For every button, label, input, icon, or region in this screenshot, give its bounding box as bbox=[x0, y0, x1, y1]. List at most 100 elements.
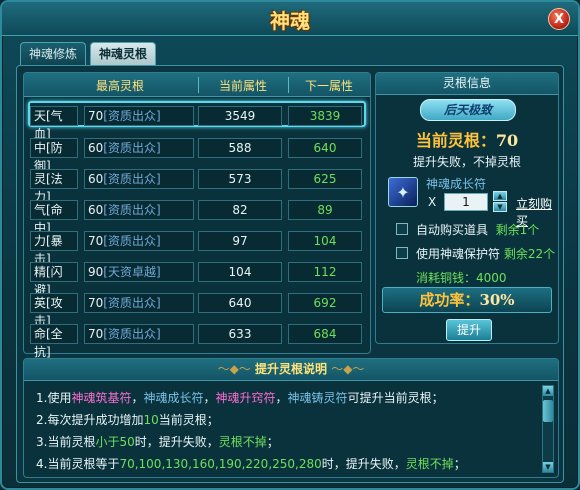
result-text: 灵根不掉 bbox=[405, 457, 454, 471]
quantity-stepper: ▲ ▼ bbox=[493, 191, 507, 213]
success-value: 30% bbox=[479, 291, 515, 309]
table-row[interactable]: 命[全抗] 70[资质出众] 633 684 bbox=[30, 321, 364, 359]
auto-buy-text: 自动购买道具 bbox=[416, 223, 489, 237]
table-row[interactable]: 气[命中] 60[资质出众] 82 89 bbox=[30, 197, 364, 235]
next-value: 89 bbox=[288, 200, 362, 220]
description-header: 〜◆〜 提升灵根说明 〜◆〜 bbox=[24, 359, 558, 381]
attr-name: 气[命中] bbox=[30, 200, 78, 235]
upgrade-button[interactable]: 提升 bbox=[446, 319, 492, 341]
current-root: 当前灵根：70 bbox=[376, 127, 558, 151]
quality-label: [资质出众] bbox=[103, 141, 161, 155]
line-text: ； bbox=[453, 457, 466, 471]
tab-shenhun-root[interactable]: 神魂灵根 bbox=[90, 42, 157, 66]
max-root-value: 60 bbox=[88, 203, 104, 217]
condition-text: 小于50 bbox=[95, 435, 135, 449]
quality-label: [资质出众] bbox=[103, 296, 161, 310]
attr-name: 英[攻击] bbox=[30, 293, 78, 328]
line-text: 2.每次提升成功增加 bbox=[36, 413, 144, 427]
max-root-value: 70 bbox=[88, 327, 104, 341]
tab-bar: 神魂修炼 神魂灵根 bbox=[20, 42, 157, 66]
max-root: 90[天资卓越] bbox=[84, 262, 194, 282]
line-text: 时，提升失败， bbox=[134, 435, 219, 449]
table-row[interactable]: 力[暴击] 70[资质出众] 97 104 bbox=[30, 228, 364, 266]
auto-buy-label: 自动购买道具 剩余1个 bbox=[416, 221, 539, 238]
quality-label: [天资卓越] bbox=[103, 265, 161, 279]
window-title: 神魂 bbox=[270, 9, 310, 33]
description-line: 2.每次提升成功增加10当前灵根； bbox=[36, 411, 219, 428]
tab-content: 最高灵根 当前属性 下一属性 天[气血] 70[资质出众] 3549 3839 … bbox=[16, 65, 564, 483]
quality-label: [资质出众] bbox=[103, 234, 161, 248]
current-value: 633 bbox=[198, 324, 282, 344]
description-line: 1.使用神魂筑基符，神魂成长符，神魂升窍符，神魂铸灵符可提升当前灵根； bbox=[36, 389, 444, 406]
table-row[interactable]: 天[气血] 70[资质出众] 3549 3839 bbox=[28, 101, 366, 141]
protect-talisman-checkbox[interactable] bbox=[396, 247, 408, 259]
current-root-value: 70 bbox=[495, 131, 519, 150]
root-info-panel: 灵根信息 后天极致 当前灵根：70 提升失败，不掉灵根 ✦ 神魂成长符 X 1 … bbox=[375, 72, 559, 344]
max-root-value: 60 bbox=[88, 141, 104, 155]
header-next-attr: 下一属性 bbox=[304, 79, 353, 93]
table-header: 最高灵根 当前属性 下一属性 bbox=[24, 73, 370, 97]
max-root-value: 70 bbox=[88, 109, 104, 123]
table-row[interactable]: 英[攻击] 70[资质出众] 640 692 bbox=[30, 290, 364, 328]
table-row[interactable]: 中[防御] 60[资质出众] 588 640 bbox=[30, 135, 364, 173]
threshold-values: 70,100,130,160,190,220,250,280 bbox=[119, 457, 322, 471]
result-text: 灵根不掉 bbox=[218, 435, 267, 449]
item-growth-talisman: 神魂成长符 bbox=[143, 391, 204, 405]
table-row[interactable]: 灵[法力] 60[资质出众] 573 625 bbox=[30, 166, 364, 204]
item-name: 神魂成长符 bbox=[426, 177, 487, 191]
copper-cost: 消耗铜钱：4000 bbox=[416, 271, 507, 285]
decrement-icon[interactable]: ▼ bbox=[493, 202, 507, 212]
current-value: 82 bbox=[198, 200, 282, 220]
attr-name: 命[全抗] bbox=[30, 324, 78, 359]
attr-name: 灵[法力] bbox=[30, 169, 78, 204]
line-text: 4.当前灵根等于 bbox=[36, 457, 120, 471]
ornament-left-icon: 〜◆〜 bbox=[217, 362, 251, 376]
close-button[interactable]: X bbox=[548, 8, 570, 30]
description-line: 4.当前灵根等于70,100,130,160,190,220,250,280时，… bbox=[36, 455, 466, 472]
increment-icon[interactable]: ▲ bbox=[493, 191, 507, 201]
success-label: 成功率： bbox=[419, 291, 480, 309]
ornament-right-icon: 〜◆〜 bbox=[331, 362, 365, 376]
info-header: 灵根信息 bbox=[376, 73, 558, 95]
quality-label: [资质出众] bbox=[103, 109, 161, 123]
max-root: 70[资质出众] bbox=[84, 106, 194, 126]
item-foundation-talisman: 神魂筑基符 bbox=[71, 391, 132, 405]
shenhun-window: 神魂 X 神魂修炼 神魂灵根 最高灵根 当前属性 下一属性 天[气血] 70[资… bbox=[0, 0, 580, 490]
separator: ， bbox=[131, 391, 144, 405]
rank-banner: 后天极致 bbox=[420, 99, 516, 121]
max-root: 60[资质出众] bbox=[84, 138, 194, 158]
attr-name: 天[气血] bbox=[30, 106, 78, 141]
protect-text: 使用神魂保护符 bbox=[416, 247, 501, 261]
description-panel: 〜◆〜 提升灵根说明 〜◆〜 1.使用神魂筑基符，神魂成长符，神魂升窍符，神魂铸… bbox=[23, 358, 559, 478]
title-bar: 神魂 X bbox=[2, 2, 578, 36]
close-icon: X bbox=[553, 11, 565, 27]
max-root: 60[资质出众] bbox=[84, 200, 194, 220]
next-value: 684 bbox=[288, 324, 362, 344]
growth-talisman-icon[interactable]: ✦ bbox=[388, 177, 418, 207]
current-value: 573 bbox=[198, 169, 282, 189]
attr-name: 力[暴击] bbox=[30, 231, 78, 266]
tab-shenhun-training[interactable]: 神魂修炼 bbox=[20, 42, 87, 66]
auto-buy-checkbox[interactable] bbox=[396, 223, 408, 235]
scroll-down-icon[interactable]: ▼ bbox=[543, 462, 553, 472]
quality-label: [资质出众] bbox=[103, 172, 161, 186]
line-text: ； bbox=[266, 435, 279, 449]
max-root: 70[资质出众] bbox=[84, 231, 194, 251]
table-row[interactable]: 精[闪避] 90[天资卓越] 104 112 bbox=[30, 259, 364, 297]
item-ascension-talisman: 神魂升窍符 bbox=[215, 391, 276, 405]
attr-name: 中[防御] bbox=[30, 138, 78, 173]
scroll-up-icon[interactable]: ▲ bbox=[543, 386, 553, 396]
line-text: 1.使用 bbox=[36, 391, 72, 405]
description-line: 3.当前灵根小于50时，提升失败，灵根不掉； bbox=[36, 433, 279, 450]
description-scrollbar[interactable]: ▲ ▼ bbox=[542, 385, 554, 473]
quantity-input[interactable]: 1 bbox=[444, 193, 488, 211]
line-text: 当前灵根； bbox=[158, 413, 219, 427]
header-divider bbox=[288, 77, 289, 93]
max-root: 70[资质出众] bbox=[84, 293, 194, 313]
protect-remain: 剩余22个 bbox=[503, 247, 556, 261]
header-divider bbox=[198, 77, 199, 93]
next-value: 692 bbox=[288, 293, 362, 313]
success-rate: 成功率：30% bbox=[382, 287, 552, 313]
multiply-label: X bbox=[428, 195, 437, 209]
scroll-thumb[interactable] bbox=[543, 400, 553, 422]
